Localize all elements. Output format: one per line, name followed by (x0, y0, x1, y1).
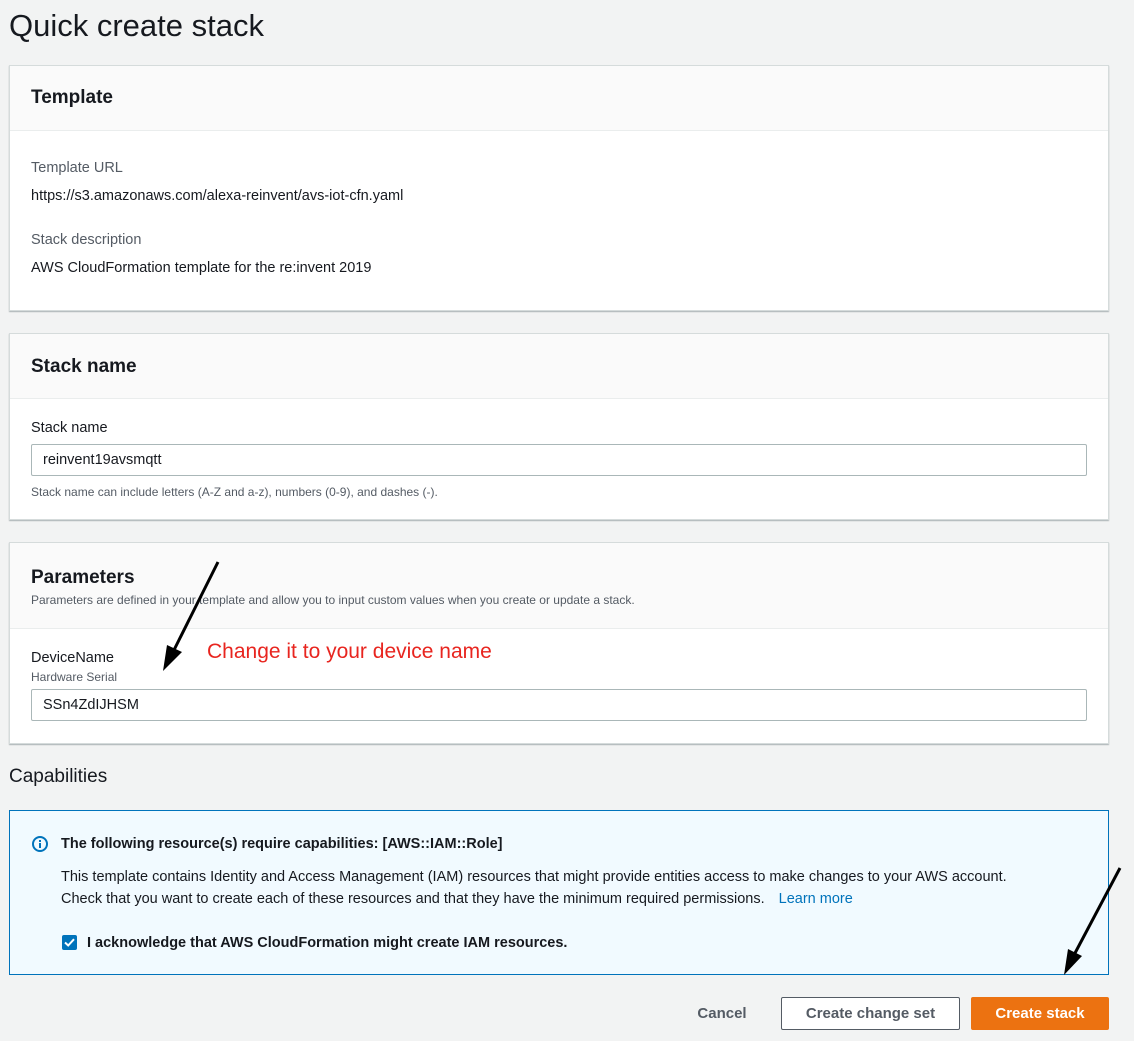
arrow-to-create-stack (1064, 867, 1122, 975)
annotation-arrows (163, 561, 1122, 975)
arrow-to-device-name (163, 561, 220, 671)
